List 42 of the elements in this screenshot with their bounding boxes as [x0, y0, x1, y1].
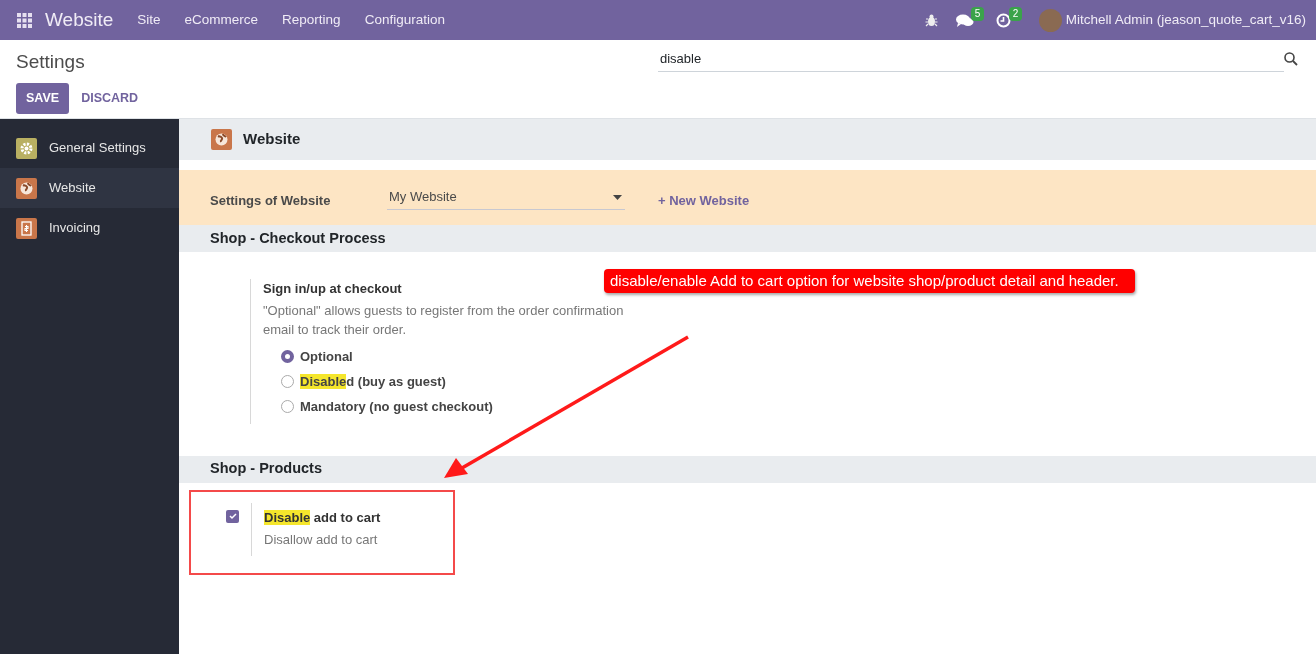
- radio-button[interactable]: [281, 375, 294, 388]
- radio-label[interactable]: Mandatory (no guest checkout): [300, 396, 493, 417]
- setting-title: Disable add to cart: [264, 508, 381, 527]
- activity-count-badge: 2: [1008, 7, 1023, 21]
- section-header: Shop - Checkout Process: [179, 225, 1316, 252]
- section-header: Shop - Products: [179, 455, 1316, 483]
- chat-icon[interactable]: [955, 14, 974, 28]
- globe-app-icon: [16, 177, 37, 199]
- bug-icon[interactable]: [924, 13, 938, 27]
- save-button[interactable]: SAVE: [16, 82, 70, 114]
- radio-label[interactable]: Optional: [300, 346, 353, 367]
- caret-icon: [613, 194, 622, 200]
- user-name[interactable]: Mitchell Admin (jeason_quote_cart_v16): [1065, 9, 1306, 31]
- apps-menu-icon[interactable]: [17, 12, 32, 28]
- app-header: Website: [179, 119, 1316, 160]
- search-field[interactable]: disable: [658, 46, 1284, 72]
- radio-button[interactable]: [281, 400, 294, 413]
- sidebar-item[interactable]: General Settings: [0, 128, 179, 168]
- app-name[interactable]: Website: [45, 5, 114, 35]
- clock-icon[interactable]: [995, 13, 1011, 28]
- checkbox[interactable]: [226, 509, 239, 523]
- search-icon[interactable]: [1284, 52, 1298, 66]
- checkmark-icon: [228, 512, 237, 520]
- gear-app-icon: [16, 137, 37, 159]
- sidebar-item[interactable]: Website: [0, 168, 179, 208]
- globe-app-icon: [211, 129, 232, 150]
- sidebar-item[interactable]: Invoicing: [0, 208, 179, 248]
- message-count-badge: 5: [970, 7, 985, 21]
- radio-button[interactable]: [281, 350, 294, 363]
- menu-item[interactable]: Reporting: [270, 9, 353, 31]
- setting-description: "Optional" allows guests to register from the order confirmation email to track their order.: [263, 301, 625, 339]
- new-website-link[interactable]: + New Website: [658, 190, 750, 211]
- menu-item[interactable]: Configuration: [352, 9, 457, 31]
- menu-item[interactable]: Site: [125, 9, 173, 31]
- website-dropdown[interactable]: My Website: [387, 185, 625, 210]
- invoice-app-icon: [16, 217, 37, 239]
- annotation-callout: disable/enable Add to cart option for website shop/product detail and header.: [604, 269, 1135, 293]
- field-label: Settings of Website: [210, 191, 332, 210]
- setting-description: Disallow add to cart: [264, 531, 379, 549]
- discard-button[interactable]: DISCARD: [78, 82, 142, 114]
- menu-item[interactable]: eCommerce: [172, 9, 271, 31]
- page-title: Settings: [16, 50, 86, 74]
